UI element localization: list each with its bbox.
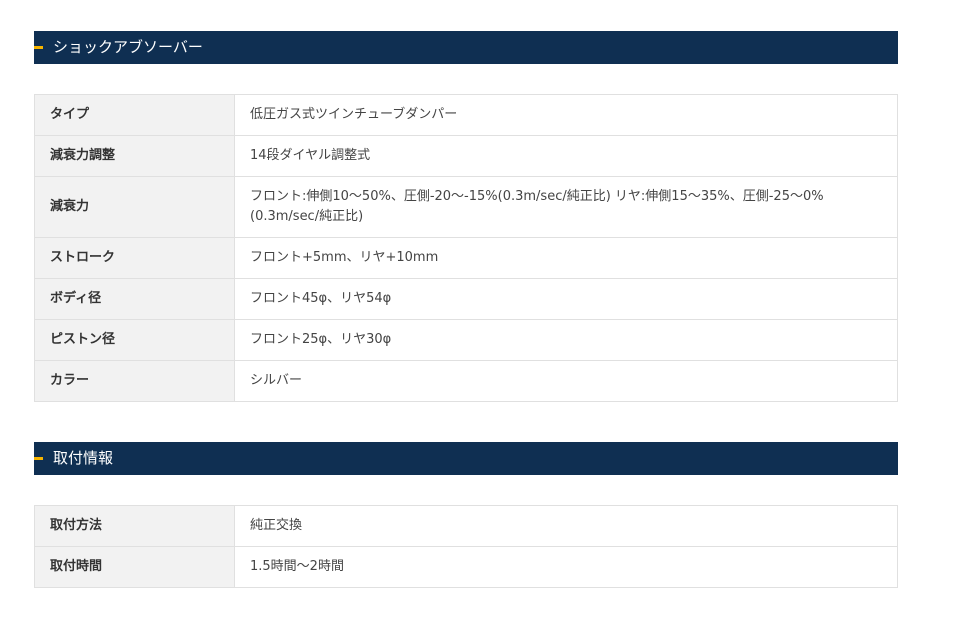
table-row: ボディ径 フロント45φ、リヤ54φ [34, 278, 898, 320]
table-row: ピストン径 フロント25φ、リヤ30φ [34, 319, 898, 361]
row-value: シルバー [234, 360, 898, 402]
row-label: タイプ [34, 94, 235, 136]
row-label: ボディ径 [34, 278, 235, 320]
row-label: カラー [34, 360, 235, 402]
table-row: 減衰力 フロント:伸側10～50%、圧側-20～-15%(0.3m/sec/純正… [34, 176, 898, 238]
table-row: 取付時間 1.5時間～2時間 [34, 546, 898, 588]
row-value: フロント:伸側10～50%、圧側-20～-15%(0.3m/sec/純正比) リ… [234, 176, 898, 238]
header-accent-bar [34, 46, 43, 49]
table-row: ストローク フロント+5mm、リヤ+10mm [34, 237, 898, 279]
row-label: 減衰力 [34, 176, 235, 238]
row-value: フロント25φ、リヤ30φ [234, 319, 898, 361]
row-label: 取付方法 [34, 505, 235, 547]
table-row: カラー シルバー [34, 360, 898, 402]
row-value: 低圧ガス式ツインチューブダンパー [234, 94, 898, 136]
row-value: フロント45φ、リヤ54φ [234, 278, 898, 320]
table-row: 減衰力調整 14段ダイヤル調整式 [34, 135, 898, 177]
section-header-shock-absorber: ショックアブソーバー [34, 31, 898, 64]
section-title: ショックアブソーバー [53, 38, 203, 56]
row-label: ストローク [34, 237, 235, 279]
row-value: フロント+5mm、リヤ+10mm [234, 237, 898, 279]
header-accent-bar [34, 457, 43, 460]
row-value: 14段ダイヤル調整式 [234, 135, 898, 177]
row-value: 純正交換 [234, 505, 898, 547]
row-label: ピストン径 [34, 319, 235, 361]
table-row: 取付方法 純正交換 [34, 505, 898, 547]
row-label: 減衰力調整 [34, 135, 235, 177]
spec-table-shock-absorber: タイプ 低圧ガス式ツインチューブダンパー 減衰力調整 14段ダイヤル調整式 減衰… [34, 94, 898, 402]
row-label: 取付時間 [34, 546, 235, 588]
table-row: タイプ 低圧ガス式ツインチューブダンパー [34, 94, 898, 136]
row-value: 1.5時間～2時間 [234, 546, 898, 588]
section-title: 取付情報 [53, 449, 114, 467]
spec-table-installation: 取付方法 純正交換 取付時間 1.5時間～2時間 [34, 505, 898, 588]
section-header-installation: 取付情報 [34, 442, 898, 475]
